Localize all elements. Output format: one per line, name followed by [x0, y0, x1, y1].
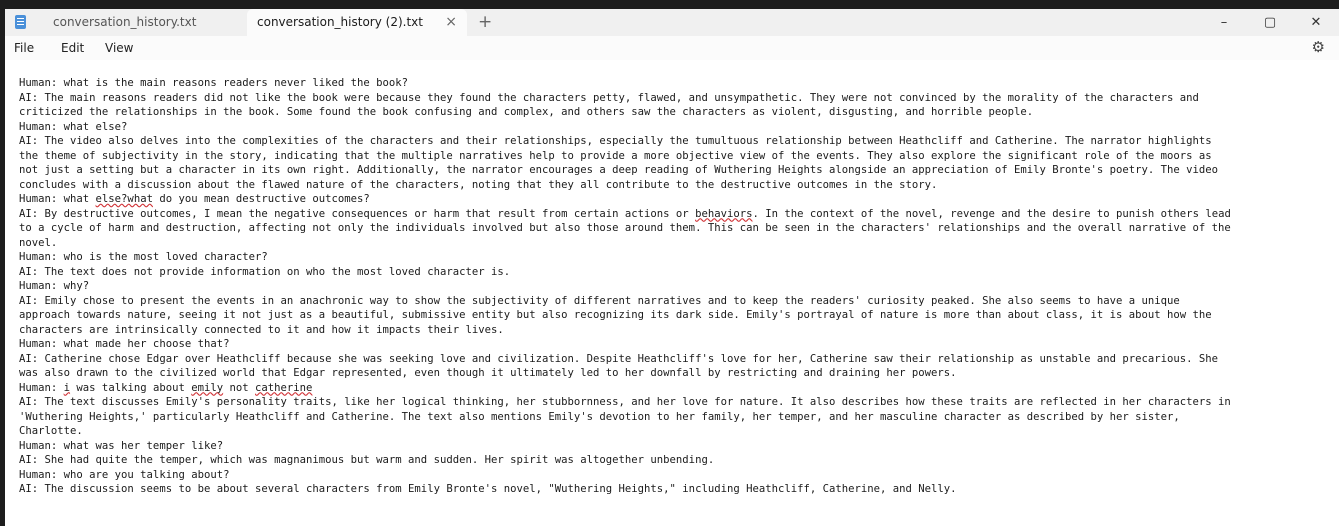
editor-line: Human: what was her temper like?	[19, 439, 224, 452]
editor-line: Human: what else?	[19, 120, 128, 133]
text-editor[interactable]: Human: what is the main reasons readers …	[5, 60, 1339, 526]
menu-edit[interactable]: Edit	[61, 41, 84, 55]
editor-line: AI: The discussion seems to be about sev…	[19, 483, 957, 495]
tab-conversation-history[interactable]: conversation_history.txt	[53, 9, 253, 36]
spellcheck-word[interactable]: i	[64, 382, 70, 394]
editor-line: AI: The main reasons readers did not lik…	[19, 91, 1199, 104]
editor-line: Human: why?	[19, 280, 90, 292]
editor-line: Human: what is the main reasons readers …	[19, 77, 409, 89]
editor-line: was also drawn to the civilized world th…	[19, 367, 957, 379]
editor-line: Charlotte.	[19, 425, 83, 437]
tab-label: conversation_history (2).txt	[257, 15, 423, 29]
tab-bar: conversation_history.txt conversation_hi…	[5, 9, 1339, 36]
close-window-button[interactable]: ✕	[1293, 9, 1339, 36]
new-tab-button[interactable]: +	[478, 9, 492, 36]
notepad-window: conversation_history.txt conversation_hi…	[5, 9, 1339, 526]
editor-line: Human: what else?what do you mean destru…	[19, 193, 370, 205]
editor-line: 'Wuthering Heights,' particularly Heathc…	[19, 410, 1180, 423]
editor-line: not just a setting but a character in it…	[19, 164, 1219, 176]
editor-line: novel.	[19, 236, 58, 249]
tab-label: conversation_history.txt	[53, 15, 197, 29]
menu-bar: File Edit View ⚙	[5, 36, 1339, 60]
editor-line: characters are intrinsically connected t…	[19, 323, 504, 336]
editor-line: AI: The text does not provide informatio…	[19, 265, 511, 278]
editor-line: criticized the relationships in the book…	[19, 106, 1034, 118]
editor-line: AI: The text discusses Emily's personali…	[19, 396, 1231, 408]
tab-conversation-history-2[interactable]: conversation_history (2).txt ×	[247, 9, 467, 36]
editor-line: to a cycle of harm and destruction, affe…	[19, 222, 1231, 234]
editor-line: AI: The video also delves into the compl…	[19, 135, 1212, 147]
window-controls: – ▢ ✕	[1201, 9, 1339, 36]
editor-line: concludes with a discussion about the fl…	[19, 178, 938, 191]
editor-line: AI: Catherine chose Edgar over Heathclif…	[19, 352, 1219, 365]
settings-gear-icon[interactable]: ⚙	[1312, 38, 1325, 56]
editor-line: Human: who is the most loved character?	[19, 251, 268, 263]
close-tab-icon[interactable]: ×	[445, 9, 457, 36]
spellcheck-word[interactable]: emily	[191, 382, 223, 394]
editor-line: AI: Emily chose to present the events in…	[19, 294, 1180, 307]
spellcheck-word[interactable]: catherine	[255, 382, 312, 394]
spellcheck-word[interactable]: else?what	[96, 193, 153, 205]
menu-file[interactable]: File	[14, 41, 34, 55]
editor-line: Human: i was talking about emily not cat…	[19, 381, 313, 394]
menu-view[interactable]: View	[105, 41, 133, 55]
editor-line: AI: By destructive outcomes, I mean the …	[19, 207, 1231, 220]
notepad-app-icon	[15, 15, 26, 29]
editor-line: Human: what made her choose that?	[19, 338, 230, 350]
editor-line: approach towards nature, seeing it not j…	[19, 309, 1212, 321]
spellcheck-word[interactable]: behaviors	[695, 208, 752, 220]
editor-line: the theme of subjectivity in the story, …	[19, 149, 1212, 162]
editor-line: AI: She had quite the temper, which was …	[19, 454, 715, 466]
maximize-button[interactable]: ▢	[1247, 9, 1293, 36]
editor-line: Human: who are you talking about?	[19, 468, 230, 481]
minimize-button[interactable]: –	[1201, 9, 1247, 36]
